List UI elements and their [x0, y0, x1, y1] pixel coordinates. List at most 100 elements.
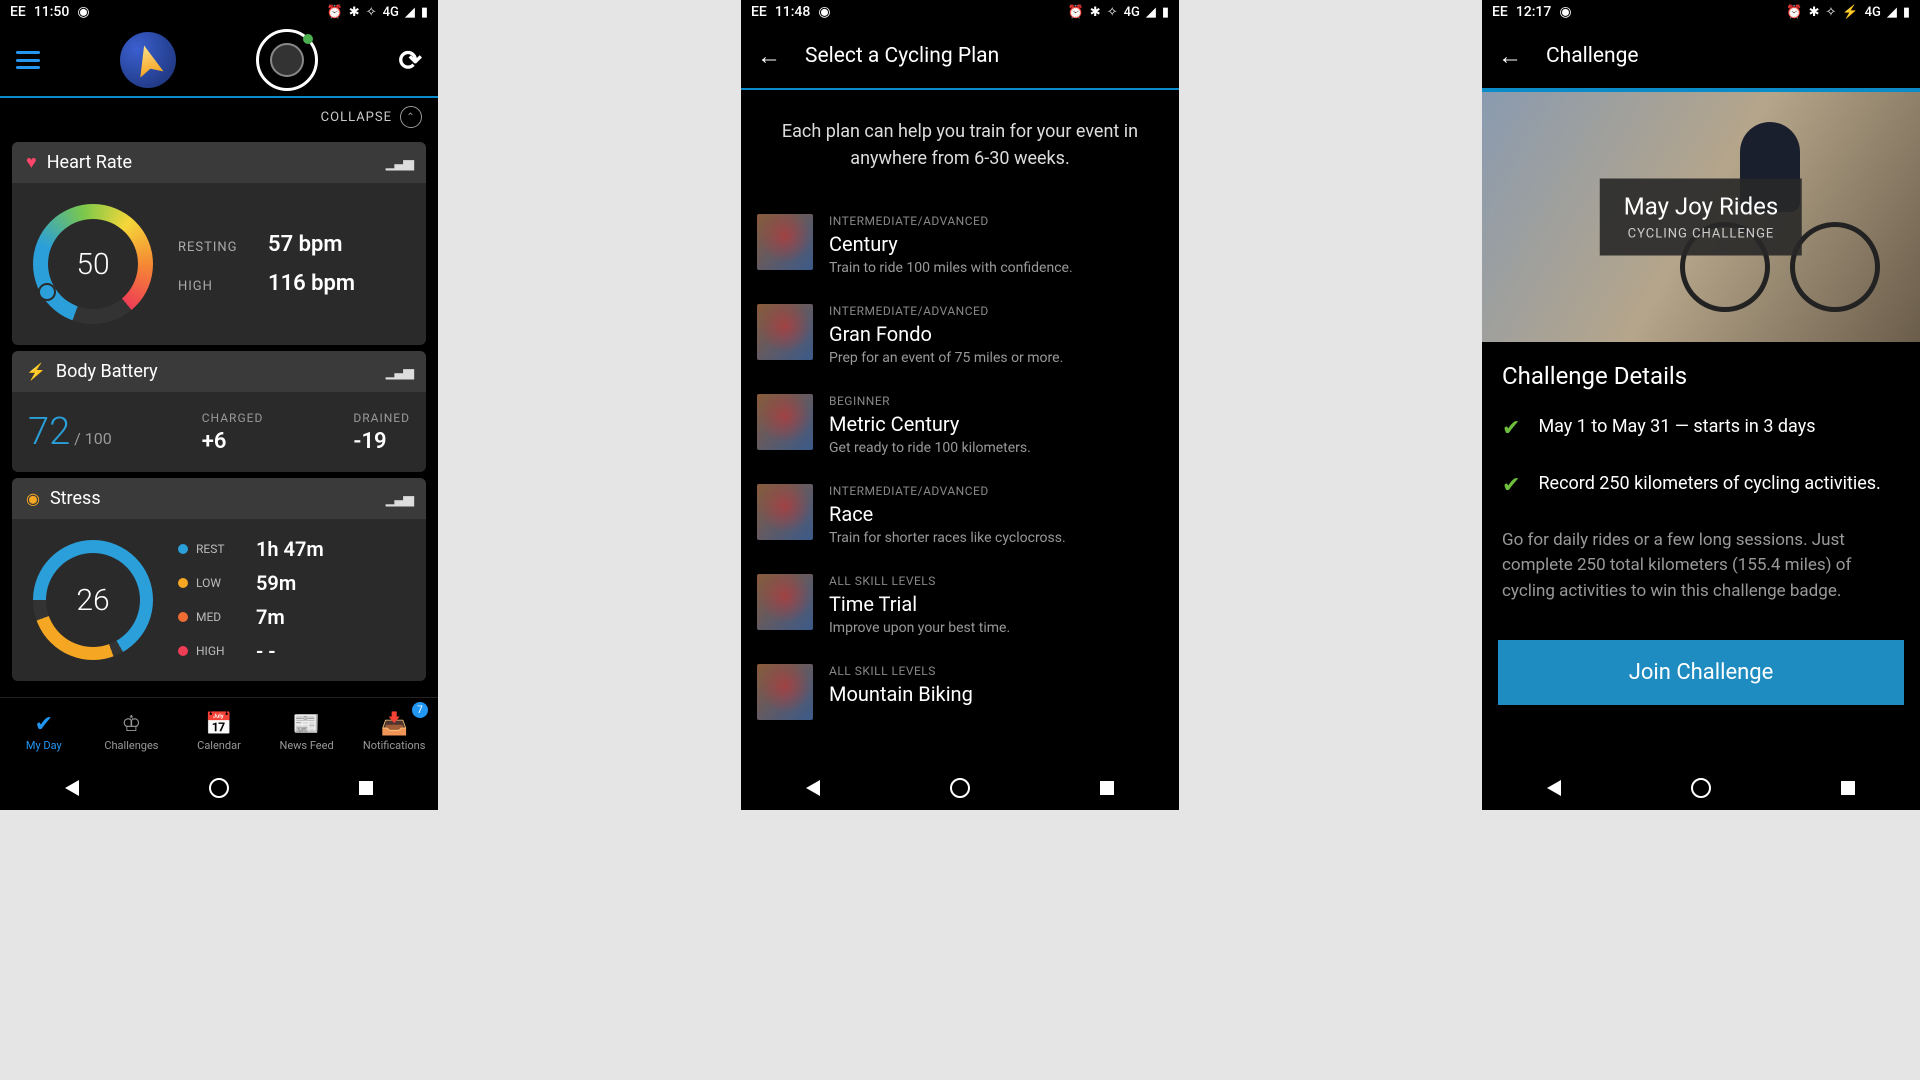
menu-button[interactable]	[16, 51, 40, 69]
back-button[interactable]	[1547, 780, 1561, 796]
page-title: Select a Cycling Plan	[805, 44, 999, 68]
nav-news-feed[interactable]: 📰News Feed	[263, 698, 351, 766]
page-header: ← Select a Cycling Plan	[741, 24, 1179, 90]
nav-label: Challenges	[104, 739, 158, 752]
join-challenge-button[interactable]: Join Challenge	[1498, 640, 1904, 705]
requirement-text: Record 250 kilometers of cycling activit…	[1538, 471, 1880, 496]
charged-label: CHARGED	[202, 411, 264, 425]
back-button[interactable]	[806, 780, 820, 796]
stress-card[interactable]: ◉ Stress ▁▃▅ 26 REST 1h 47m LOW 59m MED 7m HIG…	[12, 478, 426, 681]
legend-row: MED 7m	[178, 605, 324, 629]
plan-description: Train for shorter races like cyclocross.	[829, 530, 1066, 546]
nav-challenges[interactable]: ♔Challenges	[88, 698, 176, 766]
home-button[interactable]	[1691, 778, 1711, 798]
legend-value: 7m	[256, 605, 285, 629]
challenge-hero: May Joy Rides CYCLING CHALLENGE	[1482, 90, 1920, 342]
legend-value: 1h 47m	[256, 537, 324, 561]
signal-icon: ◢	[405, 5, 415, 20]
back-button[interactable]	[65, 780, 79, 796]
plan-thumbnail	[757, 394, 813, 450]
plan-thumbnail	[757, 484, 813, 540]
challenge-description: Go for daily rides or a few long session…	[1502, 528, 1900, 605]
page-title: Challenge	[1546, 44, 1639, 68]
plan-item[interactable]: BEGINNERMetric CenturyGet ready to ride …	[741, 380, 1179, 470]
challenge-name: May Joy Rides	[1624, 193, 1778, 221]
legend-dot-icon	[178, 612, 188, 622]
challenge-title-box: May Joy Rides CYCLING CHALLENGE	[1600, 179, 1802, 256]
plan-item[interactable]: ALL SKILL LEVELSTime TrialImprove upon y…	[741, 560, 1179, 650]
plan-thumbnail	[757, 214, 813, 270]
phone-my-day: EE 11:50 ◉ ⏰ ✱ ✧ 4G ◢ ▮ ⟳ COLLAPSE ⌃ ♥ H…	[0, 0, 438, 810]
legend-label: LOW	[196, 576, 238, 590]
status-bar: EE 11:48 ◉ ⏰ ✱ ✧ 4G ◢ ▮	[741, 0, 1179, 24]
nav-notifications[interactable]: 📥Notifications7	[350, 698, 438, 766]
chart-icon[interactable]: ▁▃▅	[386, 491, 412, 507]
legend-row: LOW 59m	[178, 571, 324, 595]
drained-label: DRAINED	[353, 411, 410, 425]
clock: 12:17	[1516, 4, 1552, 20]
stress-legend: REST 1h 47m LOW 59m MED 7m HIGH - -	[178, 537, 324, 663]
system-nav	[1482, 766, 1920, 810]
home-button[interactable]	[209, 778, 229, 798]
drained-value: -19	[353, 429, 410, 454]
plan-item[interactable]: INTERMEDIATE/ADVANCEDCenturyTrain to rid…	[741, 200, 1179, 290]
plan-description: Improve upon your best time.	[829, 620, 1010, 636]
body-battery-card[interactable]: ⚡ Body Battery ▁▃▅ 72/ 100 CHARGED+6 DRA…	[12, 351, 426, 472]
recent-button[interactable]	[359, 781, 373, 795]
signal-icon: ◢	[1146, 5, 1156, 20]
chart-icon[interactable]: ▁▃▅	[386, 155, 412, 171]
clock: 11:50	[34, 4, 70, 20]
home-button[interactable]	[950, 778, 970, 798]
plan-name: Metric Century	[829, 412, 1031, 436]
high-label: HIGH	[178, 279, 250, 294]
legend-label: HIGH	[196, 644, 238, 658]
plan-description: Prep for an event of 75 miles or more.	[829, 350, 1063, 366]
collapse-toggle[interactable]: COLLAPSE ⌃	[0, 98, 438, 136]
checkmark-icon: ✔	[1502, 414, 1520, 445]
cast-icon: ◉	[1559, 4, 1571, 20]
legend-value: 59m	[256, 571, 296, 595]
system-nav	[0, 766, 438, 810]
heart-icon: ♥	[26, 152, 37, 173]
phone-cycling-plans: EE 11:48 ◉ ⏰ ✱ ✧ 4G ◢ ▮ ← Select a Cycli…	[741, 0, 1179, 810]
recent-button[interactable]	[1100, 781, 1114, 795]
alarm-icon: ⏰	[1786, 5, 1802, 20]
plan-level: INTERMEDIATE/ADVANCED	[829, 214, 1073, 228]
refresh-button[interactable]: ⟳	[399, 44, 422, 77]
battery-icon: ▮	[1162, 5, 1169, 20]
plan-item[interactable]: INTERMEDIATE/ADVANCEDRaceTrain for short…	[741, 470, 1179, 560]
legend-dot-icon	[178, 544, 188, 554]
heart-rate-card[interactable]: ♥ Heart Rate ▁▃▅ 50 RESTING57 bpm HIGH11…	[12, 142, 426, 345]
device-button[interactable]	[256, 29, 318, 91]
nav-my-day[interactable]: ✔My Day	[0, 698, 88, 766]
achievement-badge[interactable]	[120, 32, 176, 88]
nav-calendar[interactable]: 📅Calendar	[175, 698, 263, 766]
heart-rate-value: 50	[76, 247, 109, 282]
page-header: ← Challenge	[1482, 24, 1920, 90]
card-header: ◉ Stress ▁▃▅	[12, 478, 426, 519]
card-header: ♥ Heart Rate ▁▃▅	[12, 142, 426, 183]
nav-icon: ✔	[35, 712, 53, 737]
legend-label: REST	[196, 542, 238, 556]
nav-icon: 📥	[380, 712, 407, 737]
back-button[interactable]: ←	[1498, 42, 1522, 71]
plan-name: Gran Fondo	[829, 322, 1063, 346]
plan-item[interactable]: ALL SKILL LEVELSMountain Biking	[741, 650, 1179, 734]
stress-gauge: 26	[28, 535, 158, 665]
chart-icon[interactable]: ▁▃▅	[386, 364, 412, 380]
battery-value: 72	[28, 410, 70, 454]
charge-icon: ⚡	[1842, 5, 1858, 20]
plan-item[interactable]: INTERMEDIATE/ADVANCEDGran FondoPrep for …	[741, 290, 1179, 380]
carrier: EE	[10, 4, 26, 20]
legend-value: - -	[256, 639, 276, 663]
status-bar: EE 12:17 ◉ ⏰ ✱ ✧ ⚡ 4G ◢ ▮	[1482, 0, 1920, 24]
legend-label: MED	[196, 610, 238, 624]
alarm-icon: ⏰	[327, 5, 343, 20]
battery-max: / 100	[74, 429, 112, 448]
legend-row: REST 1h 47m	[178, 537, 324, 561]
challenge-type: CYCLING CHALLENGE	[1624, 227, 1778, 242]
details-heading: Challenge Details	[1502, 362, 1900, 390]
recent-button[interactable]	[1841, 781, 1855, 795]
plan-description: Train to ride 100 miles with confidence.	[829, 260, 1073, 276]
back-button[interactable]: ←	[757, 42, 781, 71]
